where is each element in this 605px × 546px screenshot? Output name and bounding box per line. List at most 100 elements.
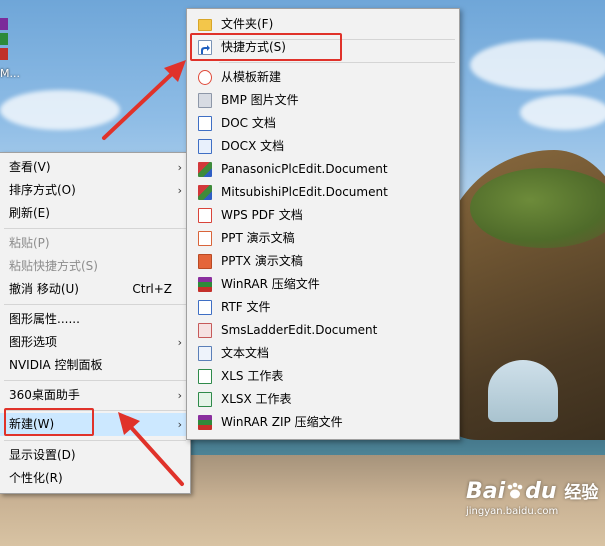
submenu-item-label: PPT 演示文稿 <box>221 231 295 245</box>
ppt-file-icon <box>198 231 212 246</box>
chevron-right-icon: › <box>177 161 182 174</box>
submenu-item-label: XLS 工作表 <box>221 369 284 383</box>
cloud <box>0 90 120 130</box>
template-icon <box>198 70 212 85</box>
panasonic-plc-icon <box>198 162 212 177</box>
menu-item-display-settings[interactable]: 显示设置(D) <box>0 444 190 467</box>
submenu-item-docx[interactable]: DOCX 文档 <box>187 135 459 158</box>
menu-item-label: 撤消 移动(U) <box>9 282 79 296</box>
submenu-separator <box>219 62 455 63</box>
winrar-icon <box>198 277 212 292</box>
cloud <box>520 95 605 130</box>
new-submenu: 文件夹(F) 快捷方式(S) 从模板新建 BMP 图片文件 DOC 文档 DOC… <box>186 8 460 440</box>
desktop-icon-label[interactable]: M... <box>0 67 20 80</box>
submenu-item-doc[interactable]: DOC 文档 <box>187 112 459 135</box>
menu-item-graphics-properties[interactable]: 图形属性...... <box>0 308 190 331</box>
annotation-highlight-shortcut <box>190 33 342 61</box>
submenu-item-label: PPTX 演示文稿 <box>221 254 303 268</box>
submenu-item-label: MitsubishiPlcEdit.Document <box>221 185 388 199</box>
watermark-jingyan: 经验 <box>564 483 599 503</box>
watermark-brand-suffix: du <box>525 479 557 504</box>
docx-file-icon <box>198 139 212 154</box>
menu-item-label: 粘贴快捷方式(S) <box>9 259 98 273</box>
menu-item-label: 排序方式(O) <box>9 183 76 197</box>
chevron-right-icon: › <box>177 184 182 197</box>
submenu-item-text-document[interactable]: 文本文档 <box>187 342 459 365</box>
menu-item-label: 图形选项 <box>9 335 58 349</box>
rock-arch-opening <box>488 360 558 422</box>
submenu-item-wps-pdf[interactable]: WPS PDF 文档 <box>187 204 459 227</box>
sms-ladder-icon <box>198 323 212 338</box>
xls-file-icon <box>198 369 212 384</box>
annotation-highlight-new <box>4 408 94 436</box>
menu-separator <box>4 228 186 229</box>
submenu-item-xlsx[interactable]: XLSX 工作表 <box>187 388 459 411</box>
submenu-item-xls[interactable]: XLS 工作表 <box>187 365 459 388</box>
submenu-item-label: BMP 图片文件 <box>221 93 299 107</box>
chevron-right-icon: › <box>177 418 182 431</box>
pptx-file-icon <box>198 254 212 269</box>
menu-item-label: 360桌面助手 <box>9 388 80 402</box>
submenu-item-mitsubishi[interactable]: MitsubishiPlcEdit.Document <box>187 181 459 204</box>
menu-item-label: 个性化(R) <box>9 471 63 485</box>
winrar-zip-icon <box>198 415 212 430</box>
desktop-context-menu: 查看(V) › 排序方式(O) › 刷新(E) 粘贴(P) 粘贴快捷方式(S) … <box>0 152 191 494</box>
rtf-file-icon <box>198 300 212 315</box>
menu-item-label: NVIDIA 控制面板 <box>9 358 103 372</box>
menu-item-paste-shortcut: 粘贴快捷方式(S) <box>0 255 190 278</box>
folder-icon <box>198 19 212 31</box>
menu-item-paste: 粘贴(P) <box>0 232 190 255</box>
submenu-item-label: DOCX 文档 <box>221 139 285 153</box>
submenu-item-label: WinRAR 压缩文件 <box>221 277 320 291</box>
submenu-item-winrar-zip[interactable]: WinRAR ZIP 压缩文件 <box>187 411 459 434</box>
xlsx-file-icon <box>198 392 212 407</box>
bmp-file-icon <box>198 93 212 108</box>
cloud <box>470 40 605 90</box>
submenu-item-label: 从模板新建 <box>221 70 282 84</box>
winrar-desktop-icon[interactable] <box>0 18 8 62</box>
doc-file-icon <box>198 116 212 131</box>
menu-item-undo-move[interactable]: 撤消 移动(U) Ctrl+Z <box>0 278 190 301</box>
submenu-item-label: WinRAR ZIP 压缩文件 <box>221 415 343 429</box>
mitsubishi-plc-icon <box>198 185 212 200</box>
paw-icon <box>507 482 523 499</box>
submenu-item-panasonic[interactable]: PanasonicPlcEdit.Document <box>187 158 459 181</box>
submenu-item-sms-ladder[interactable]: SmsLadderEdit.Document <box>187 319 459 342</box>
menu-item-label: 查看(V) <box>9 160 51 174</box>
submenu-item-rtf[interactable]: RTF 文件 <box>187 296 459 319</box>
menu-item-label: 粘贴(P) <box>9 236 50 250</box>
submenu-item-label: 文本文档 <box>221 346 270 360</box>
submenu-item-label: SmsLadderEdit.Document <box>221 323 378 337</box>
menu-separator <box>4 380 186 381</box>
menu-item-graphics-options[interactable]: 图形选项 › <box>0 331 190 354</box>
submenu-item-from-template[interactable]: 从模板新建 <box>187 66 459 89</box>
text-file-icon <box>198 346 212 361</box>
pdf-file-icon <box>198 208 212 223</box>
submenu-item-label: 文件夹(F) <box>221 17 274 31</box>
menu-item-label: 刷新(E) <box>9 206 50 220</box>
submenu-item-ppt[interactable]: PPT 演示文稿 <box>187 227 459 250</box>
watermark-url: jingyan.baidu.com <box>466 506 559 517</box>
menu-item-view[interactable]: 查看(V) › <box>0 156 190 179</box>
menu-separator <box>4 304 186 305</box>
submenu-item-label: PanasonicPlcEdit.Document <box>221 162 388 176</box>
submenu-item-label: DOC 文档 <box>221 116 276 130</box>
menu-item-360-desktop-assistant[interactable]: 360桌面助手 › <box>0 384 190 407</box>
chevron-right-icon: › <box>177 336 182 349</box>
menu-separator <box>4 440 186 441</box>
submenu-item-bmp[interactable]: BMP 图片文件 <box>187 89 459 112</box>
submenu-item-label: XLSX 工作表 <box>221 392 292 406</box>
submenu-item-winrar[interactable]: WinRAR 压缩文件 <box>187 273 459 296</box>
menu-item-personalize[interactable]: 个性化(R) <box>0 467 190 490</box>
menu-item-sort-by[interactable]: 排序方式(O) › <box>0 179 190 202</box>
menu-item-shortcut: Ctrl+Z <box>132 282 172 296</box>
menu-item-label: 图形属性...... <box>9 312 80 326</box>
baidu-jingyan-watermark: Bai du 经验 jingyan.baidu.com <box>466 478 601 538</box>
menu-item-refresh[interactable]: 刷新(E) <box>0 202 190 225</box>
menu-item-nvidia-control-panel[interactable]: NVIDIA 控制面板 <box>0 354 190 377</box>
submenu-item-pptx[interactable]: PPTX 演示文稿 <box>187 250 459 273</box>
submenu-item-label: WPS PDF 文档 <box>221 208 303 222</box>
chevron-right-icon: › <box>177 389 182 402</box>
watermark-brand: Bai <box>466 479 506 504</box>
menu-item-label: 显示设置(D) <box>9 448 76 462</box>
